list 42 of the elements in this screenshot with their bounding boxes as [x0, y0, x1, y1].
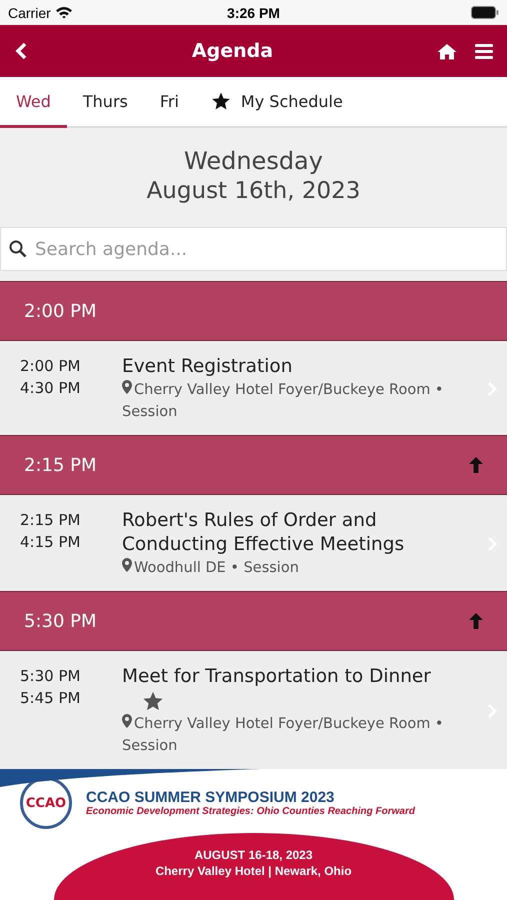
menu-button[interactable] [473, 41, 495, 61]
end-time: 4:30 PM [20, 378, 82, 399]
wifi-icon [54, 6, 73, 19]
day-tab[interactable]: Fri [144, 77, 195, 128]
event-title: Event Registration [122, 355, 294, 379]
clock-time: 3:26 PM [227, 4, 280, 20]
page-title: Agenda [190, 40, 274, 62]
start-time: 2:15 PM [20, 510, 82, 531]
banner-subtitle: Economic Development Strategies: Ohio Counties Reaching Forward [86, 806, 415, 817]
symposium-banner[interactable]: CCAO CCAO SUMMER SYMPOSIUM 2023 Economic Development Strategies: Ohio Counties Reaching Forward AUGUST 16-18, 2023 Cherry Valley Hotel | Newark, Ohio [0, 769, 507, 900]
banner-title: CCAO SUMMER SYMPOSIUM 2023 [86, 789, 336, 806]
location-pin-icon [122, 558, 132, 572]
end-time: 5:45 PM [20, 688, 82, 709]
up-arrow-icon[interactable] [469, 613, 483, 629]
association-logo: CCAO [20, 777, 72, 829]
start-time: 2:00 PM [20, 356, 82, 377]
event-title: Robert's Rules of Order and Conducting Effective Meetings [122, 509, 406, 557]
day-tab[interactable]: Wed [0, 77, 67, 128]
search-icon [9, 240, 27, 258]
event-title: Meet for Transportation to Dinner [122, 665, 432, 689]
up-arrow-icon[interactable] [469, 457, 483, 473]
section-time: 2:15 PM [24, 454, 97, 476]
favorite-star-icon [142, 690, 164, 712]
date-heading: August 16th, 2023 [146, 177, 360, 206]
section-time: 2:00 PM [24, 300, 97, 322]
event-location: Cherry Valley Hotel Foyer/Buckeye Room • Session [122, 713, 444, 756]
section-time: 5:30 PM [24, 610, 97, 632]
star-icon [210, 91, 231, 111]
location-pin-icon [122, 380, 132, 394]
day-tab[interactable]: Thurs [66, 77, 144, 128]
location-pin-icon [122, 714, 132, 728]
start-time: 5:30 PM [20, 666, 82, 687]
event-dates: AUGUST 16-18, 2023 [194, 847, 313, 863]
carrier-label: Carrier [8, 4, 51, 20]
battery-icon [471, 6, 499, 19]
event-venue: Cherry Valley Hotel | Newark, Ohio [155, 863, 352, 879]
end-time: 4:15 PM [20, 532, 82, 553]
event-location: Woodhull DE • Session [122, 557, 451, 579]
day-tab[interactable]: My Schedule [194, 77, 359, 128]
weekday-heading: Wednesday [184, 146, 323, 177]
search-field[interactable]: Search agenda... [0, 227, 507, 271]
event-location: Cherry Valley Hotel Foyer/Buckeye Room • Session [122, 379, 444, 422]
